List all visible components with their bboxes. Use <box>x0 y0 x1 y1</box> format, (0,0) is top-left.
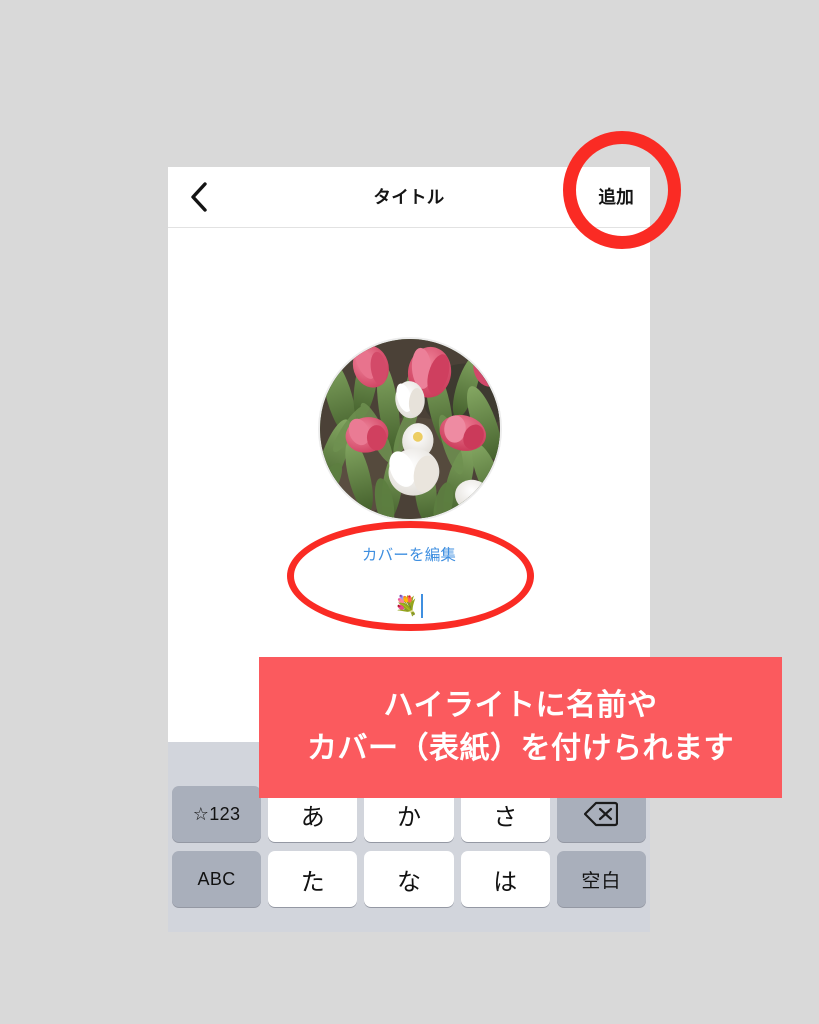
key-na[interactable]: な <box>364 851 454 907</box>
annotation-banner: ハイライトに名前や カバー（表紙）を付けられます <box>259 657 782 798</box>
edit-cover-link[interactable]: カバーを編集 <box>168 543 650 565</box>
phone-screen: タイトル 追加 カバーを編集 💐 ☆123 あ か さ ABC た な は 空白 <box>168 167 650 932</box>
key-space[interactable]: 空白 <box>556 851 647 907</box>
keyboard-row-2: ABC た な は 空白 <box>172 851 647 907</box>
key-symbols-numbers[interactable]: ☆123 <box>172 786 262 842</box>
key-ha[interactable]: は <box>460 851 550 907</box>
annotation-banner-line-1: ハイライトに名前や <box>383 688 658 722</box>
cover-photo[interactable] <box>318 337 502 521</box>
page-title: タイトル <box>373 187 445 207</box>
annotation-banner-line-2: カバー（表紙）を付けられます <box>307 731 734 765</box>
key-abc[interactable]: ABC <box>172 851 262 907</box>
highlight-name-input[interactable]: 💐 <box>168 589 650 623</box>
nav-bar: タイトル 追加 <box>168 167 650 228</box>
highlight-name-value: 💐 <box>394 595 419 617</box>
cover-photo-wrapper[interactable] <box>318 337 502 521</box>
add-button[interactable]: 追加 <box>598 167 634 228</box>
key-ta[interactable]: た <box>268 851 358 907</box>
text-caret <box>421 594 424 618</box>
